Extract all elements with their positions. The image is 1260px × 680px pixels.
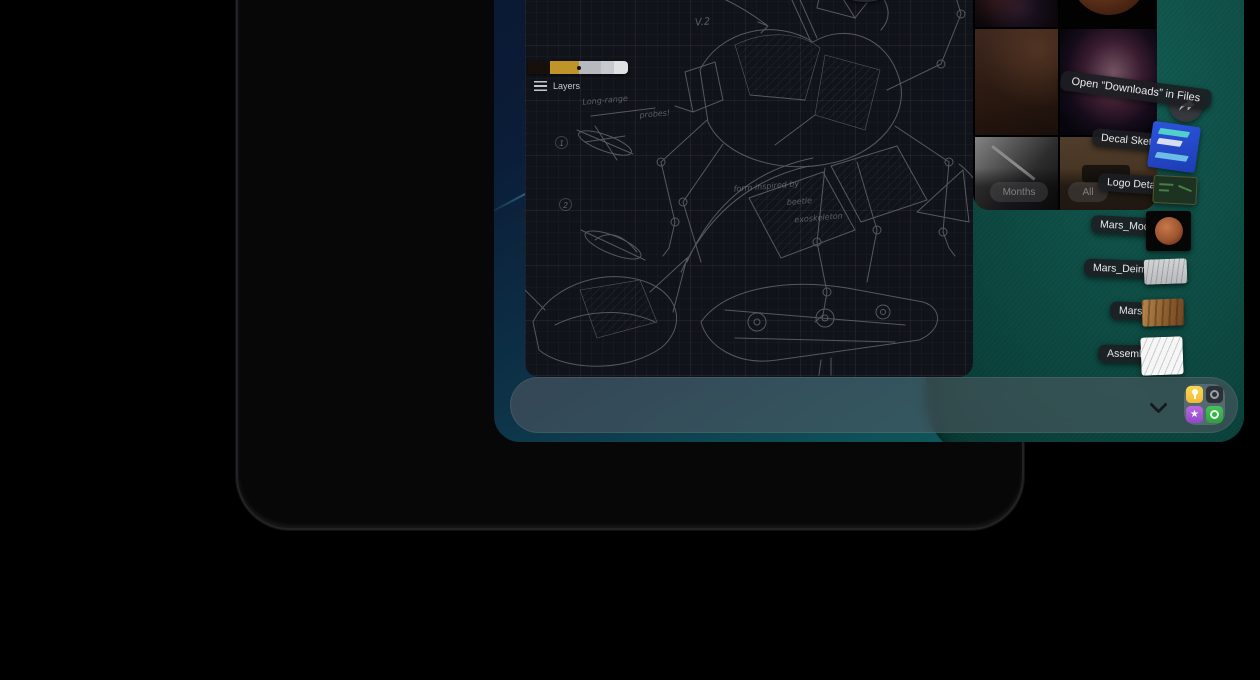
swatch-silver[interactable] — [579, 61, 601, 74]
annotation-marker-2: 2 — [559, 198, 572, 211]
drag-thumb-mars-model[interactable] — [1146, 211, 1191, 251]
ipad-screen: connect to solar comms satellite V.2 Lon… — [494, 0, 1244, 442]
swatch-white[interactable] — [614, 61, 628, 74]
mini-tips-icon — [1186, 386, 1203, 403]
drag-thumb-mars[interactable] — [1142, 298, 1185, 326]
swatch-gold[interactable] — [550, 61, 579, 74]
mini-green-icon — [1206, 406, 1223, 423]
drag-thumb-assembly[interactable] — [1140, 336, 1183, 375]
swatch-selected-dot — [577, 66, 581, 70]
concepts-app-window: connect to solar comms satellite V.2 Lon… — [525, 0, 973, 377]
ipad-device-frame: connect to solar comms satellite V.2 Lon… — [236, 0, 1024, 530]
dock — [510, 377, 1238, 433]
annotation-version: V.2 — [695, 17, 711, 27]
dock-app-library[interactable]: ★ — [1184, 384, 1225, 425]
layers-icon — [534, 81, 547, 91]
layers-button[interactable]: Layers — [534, 81, 580, 91]
mini-camera-icon — [1206, 386, 1223, 403]
drag-thumb-mars-deimos[interactable] — [1144, 258, 1188, 284]
swatch-lightgray[interactable] — [601, 61, 614, 74]
drag-thumb-decal-sketches[interactable] — [1147, 121, 1201, 173]
annotation-inspired: form inspired by beetle exoskeleton — [733, 175, 843, 229]
mini-star-icon: ★ — [1186, 406, 1203, 423]
swatch-black[interactable] — [528, 61, 550, 74]
page-background: connect to solar comms satellite V.2 Lon… — [0, 0, 1260, 680]
annotation-marker-1: 1 — [555, 136, 568, 149]
drag-thumb-logo-detail[interactable] — [1152, 175, 1197, 205]
layers-label: Layers — [553, 81, 580, 91]
